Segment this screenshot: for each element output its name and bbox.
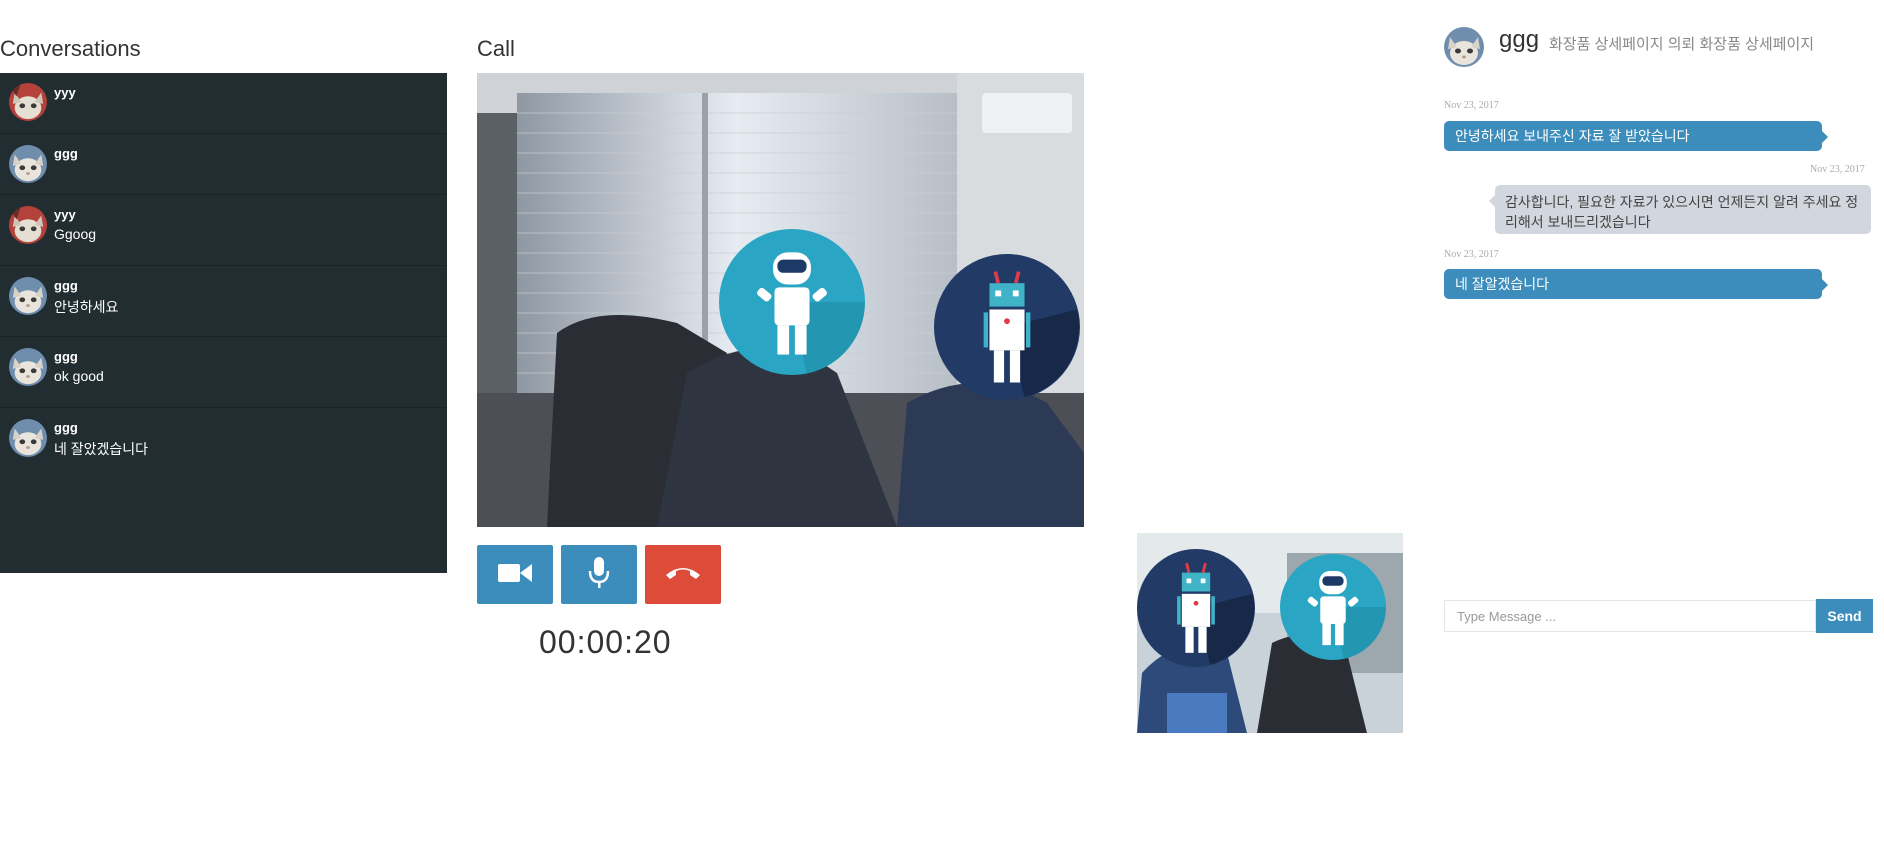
conversation-item[interactable]: yyy Ggoog bbox=[0, 195, 447, 266]
message-timestamp: Nov 23, 2017 bbox=[1444, 249, 1499, 260]
conversation-item[interactable]: yyy bbox=[0, 73, 447, 134]
avatar bbox=[9, 419, 47, 457]
message-input[interactable] bbox=[1444, 600, 1816, 632]
conversation-item[interactable]: ggg ok good bbox=[0, 337, 447, 408]
conversation-last-message: 네 잘았겠습니다 bbox=[54, 441, 149, 457]
microphone-icon bbox=[588, 557, 610, 588]
robot-privacy-icon bbox=[1137, 549, 1255, 667]
local-video-preview bbox=[1137, 533, 1403, 733]
astronaut-privacy-icon bbox=[1280, 554, 1386, 660]
incoming-message: 네 잘알겠습니다 bbox=[1444, 269, 1828, 299]
hang-up-button[interactable] bbox=[645, 545, 721, 604]
avatar bbox=[9, 206, 47, 244]
hang-up-phone-icon bbox=[666, 568, 700, 579]
conversation-item[interactable]: ggg 네 잘았겠습니다 bbox=[0, 408, 447, 478]
conversation-last-message: ok good bbox=[54, 368, 104, 384]
chat-subject: 화장품 상세페이지 의뢰 화장품 상세페이지 bbox=[1549, 36, 1815, 53]
conversations-title: Conversations bbox=[0, 36, 141, 61]
conversation-last-message: Ggoog bbox=[54, 226, 97, 242]
conversation-name: ggg bbox=[54, 146, 78, 161]
conversation-list: yyy ggg yyy Ggoog ggg 안녕하세요 ggg ok good … bbox=[0, 73, 447, 573]
video-toggle-button[interactable] bbox=[477, 545, 553, 604]
conversation-name: yyy bbox=[54, 85, 76, 100]
astronaut-privacy-icon bbox=[719, 229, 865, 375]
avatar bbox=[9, 277, 47, 315]
call-timer: 00:00:20 bbox=[539, 624, 672, 660]
robot-privacy-icon bbox=[934, 254, 1080, 400]
chat-avatar bbox=[1444, 27, 1484, 67]
send-button[interactable]: Send bbox=[1816, 599, 1873, 633]
incoming-message: 안녕하세요 보내주신 자료 잘 받았습니다 bbox=[1444, 121, 1828, 151]
conversation-item[interactable]: ggg bbox=[0, 134, 447, 195]
conversation-name: yyy bbox=[54, 207, 76, 222]
conversation-name: ggg bbox=[54, 420, 78, 435]
avatar bbox=[9, 145, 47, 183]
call-title: Call bbox=[477, 36, 515, 61]
outgoing-message: 감사합니다, 필요한 자료가 있으시면 언제든지 알려 주세요 정리해서 보내드… bbox=[1489, 185, 1871, 234]
conversation-last-message: 안녕하세요 bbox=[54, 299, 119, 315]
conversation-name: ggg bbox=[54, 349, 78, 364]
message-timestamp: Nov 23, 2017 bbox=[1810, 164, 1865, 175]
conversation-item[interactable]: ggg 안녕하세요 bbox=[0, 266, 447, 337]
conversation-name: ggg bbox=[54, 278, 78, 293]
avatar bbox=[9, 83, 47, 121]
video-camera-icon bbox=[498, 564, 532, 582]
remote-video bbox=[477, 73, 1084, 527]
microphone-toggle-button[interactable] bbox=[561, 545, 637, 604]
chat-partner-name: ggg bbox=[1499, 26, 1540, 53]
avatar bbox=[9, 348, 47, 386]
message-timestamp: Nov 23, 2017 bbox=[1444, 100, 1499, 111]
